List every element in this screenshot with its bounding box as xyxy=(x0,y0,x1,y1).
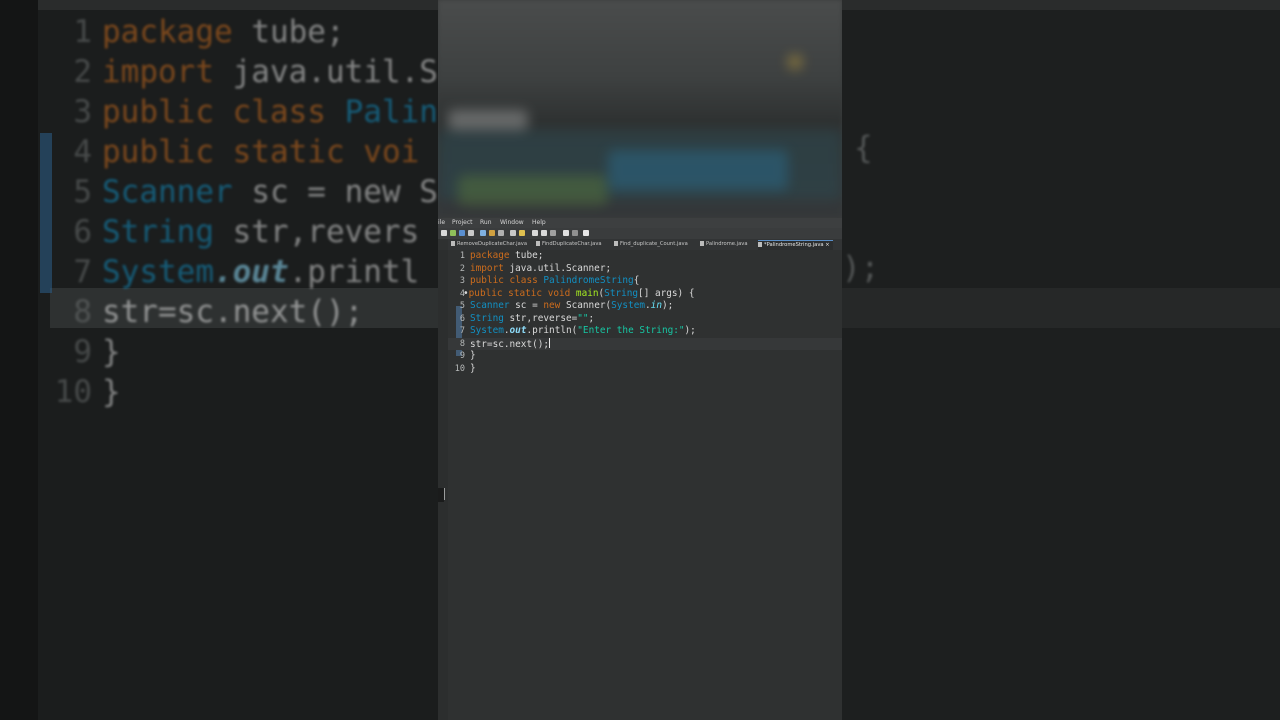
video-frame: ile Project Run Window Help RemoveDuplic… xyxy=(438,0,842,720)
java-file-icon xyxy=(758,242,762,247)
tab-find-duplicate-count[interactable]: Find_duplicate_Count.java xyxy=(614,240,688,249)
menu-project[interactable]: Project xyxy=(452,218,473,228)
java-file-icon xyxy=(536,241,540,246)
left-sidebar xyxy=(438,250,448,720)
code-line: 1 package tube; xyxy=(459,250,544,261)
forward-arrow-icon[interactable] xyxy=(541,230,547,236)
nav-icon[interactable] xyxy=(510,230,516,236)
blurred-background-right: { ); xyxy=(842,0,1280,720)
code-line: 5 Scanner sc = new Scanner(System.in); xyxy=(459,300,674,311)
background-brace: { xyxy=(854,130,873,166)
pin-icon[interactable] xyxy=(583,230,589,236)
package-icon[interactable] xyxy=(489,230,495,236)
background-tab-strip xyxy=(0,0,438,10)
new-icon[interactable] xyxy=(441,230,447,236)
java-file-icon xyxy=(451,241,455,246)
sidebar-edge xyxy=(438,488,444,502)
toolbar xyxy=(438,228,842,239)
back-arrow-icon[interactable] xyxy=(532,230,538,236)
code-line: 6 String str,reverse=""; xyxy=(459,312,595,324)
code-line: 3 public class PalindromeString{ xyxy=(459,275,640,286)
menu-help[interactable]: Help xyxy=(532,218,546,228)
code-line: 7 System.out.println("Enter the String:"… xyxy=(459,325,696,336)
menu-run[interactable]: Run xyxy=(480,218,492,228)
code-line: 4 •public static void main(String[] args… xyxy=(459,287,695,299)
code-editor[interactable]: 1 package tube; 2 import java.util.Scann… xyxy=(448,250,842,720)
background-semicolon: ); xyxy=(842,250,880,286)
blurred-background-left: 1 package tube; 2 import java.util.S 3 publ… xyxy=(0,0,438,720)
background-current-line xyxy=(842,288,1280,328)
search-icon[interactable] xyxy=(480,230,486,236)
eclipse-ide: ile Project Run Window Help RemoveDuplic… xyxy=(438,218,842,720)
marker-icon[interactable] xyxy=(519,230,525,236)
run-icon[interactable] xyxy=(450,230,456,236)
code-line: 9 } xyxy=(459,350,476,361)
blurred-shape xyxy=(788,55,802,69)
blurred-shape xyxy=(608,150,788,190)
dropdown-icon[interactable] xyxy=(572,230,578,236)
debug-icon[interactable] xyxy=(459,230,465,236)
menu-bar: ile Project Run Window Help xyxy=(438,218,842,228)
tab-removeduplicatechar[interactable]: RemoveDuplicateChar.java xyxy=(451,240,527,249)
current-code-line: 8 str=sc.next(); xyxy=(448,337,842,350)
save-icon[interactable] xyxy=(468,230,474,236)
text-caret xyxy=(549,337,551,348)
editor-tabs: RemoveDuplicateChar.java FindDuplicateCh… xyxy=(448,239,842,250)
java-file-icon xyxy=(700,241,704,246)
background-tab-strip xyxy=(842,0,1280,10)
blurred-shape xyxy=(458,175,608,205)
history-icon[interactable] xyxy=(550,230,556,236)
java-file-icon xyxy=(614,241,618,246)
menu-window[interactable]: Window xyxy=(500,218,524,228)
forward-icon[interactable] xyxy=(563,230,569,236)
close-icon[interactable]: × xyxy=(825,242,829,248)
code-line: 2 import java.util.Scanner; xyxy=(459,262,612,274)
code-line: 10 } xyxy=(454,362,476,374)
blurred-shape xyxy=(448,110,528,130)
tab-palindromestring[interactable]: *PalindromeString.java × xyxy=(758,240,833,250)
tool-icon[interactable] xyxy=(498,230,504,236)
tab-palindrome[interactable]: Palindrome.java xyxy=(700,240,748,249)
tab-findduplicatechar[interactable]: FindDuplicateChar.java xyxy=(536,240,602,249)
